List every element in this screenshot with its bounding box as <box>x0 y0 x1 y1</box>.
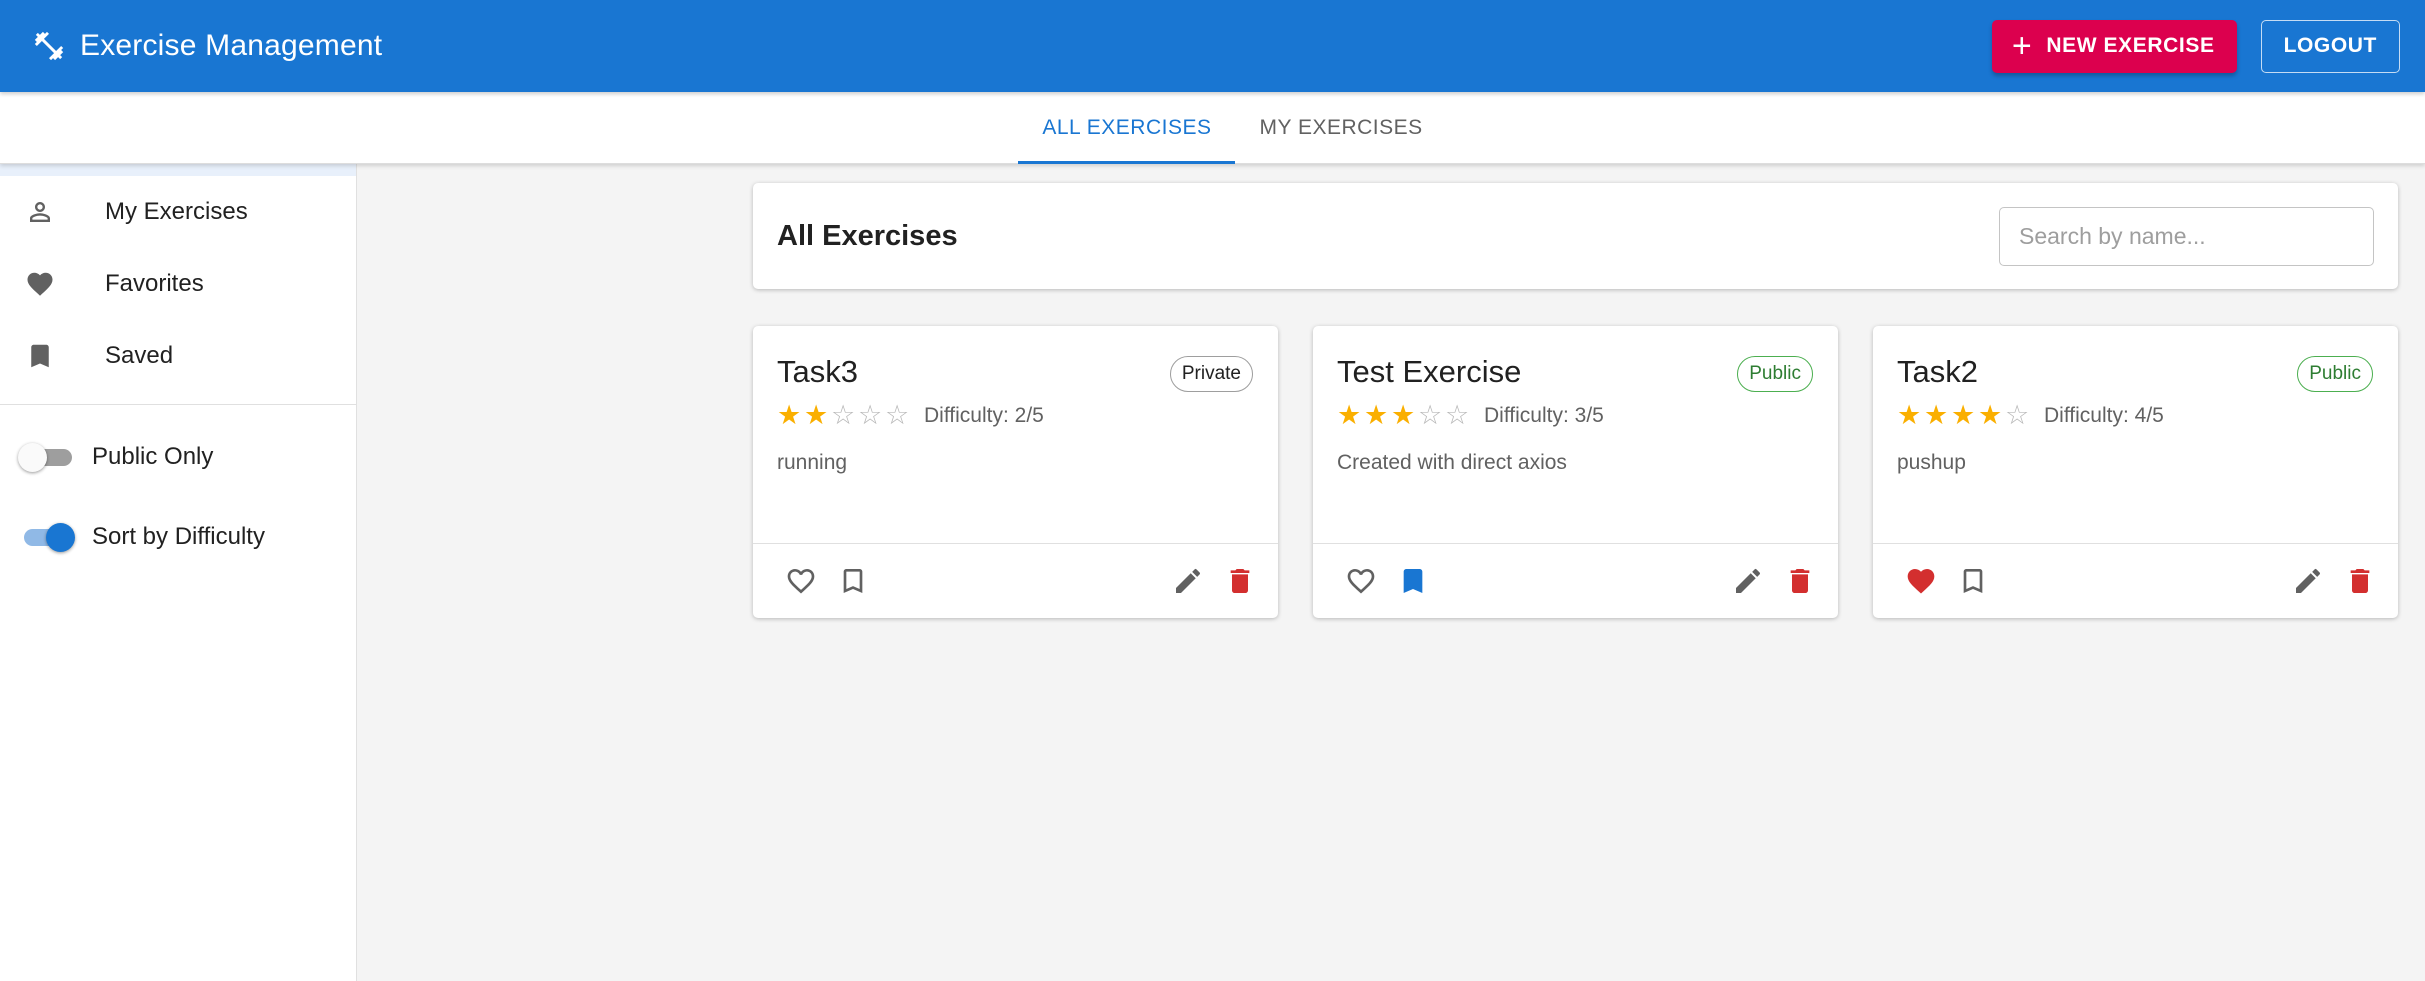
star-empty-icon: ☆ <box>885 400 910 430</box>
star-filled-icon: ★ <box>1978 400 2003 430</box>
difficulty-text: Difficulty: 2/5 <box>924 403 1044 427</box>
page-title: All Exercises <box>777 219 958 252</box>
sidebar-item-my-exercises[interactable]: My Exercises <box>0 176 356 248</box>
difficulty-text: Difficulty: 3/5 <box>1484 403 1604 427</box>
star-filled-icon: ★ <box>1951 400 1976 430</box>
sidebar-item-favorites[interactable]: Favorites <box>0 248 356 320</box>
sidebar-item-label: Saved <box>105 342 174 369</box>
card-actions <box>1313 543 1838 618</box>
new-exercise-label: NEW EXERCISE <box>2046 34 2215 57</box>
star-filled-icon: ★ <box>1391 400 1416 430</box>
bookmark-border-icon[interactable] <box>1957 565 1989 597</box>
star-filled-icon: ★ <box>1337 400 1362 430</box>
public-only-switch[interactable] <box>18 441 76 473</box>
sidebar-item-label: My Exercises <box>105 198 248 225</box>
plus-icon: + <box>2011 27 2033 65</box>
exercise-card: Test Exercise Public ★ ★ ★ ☆ ☆ Difficult… <box>1313 326 1838 618</box>
public-only-toggle-row: Public Only <box>0 417 356 497</box>
tab-my-exercises[interactable]: MY EXERCISES <box>1235 92 1446 164</box>
exercise-card: Task2 Public ★ ★ ★ ★ ☆ Difficulty: 4/5 p… <box>1873 326 2398 618</box>
card-actions <box>753 543 1278 618</box>
star-empty-icon: ☆ <box>831 400 856 430</box>
logout-button[interactable]: LOGOUT <box>2260 19 2400 73</box>
sort-by-difficulty-label: Sort by Difficulty <box>92 523 265 550</box>
tabs-bar: ALL EXERCISES MY EXERCISES <box>0 92 2425 164</box>
difficulty-rating: ★ ★ ☆ ☆ ☆ Difficulty: 2/5 <box>777 402 1254 429</box>
star-filled-icon: ★ <box>777 400 802 430</box>
tab-all-exercises[interactable]: ALL EXERCISES <box>1018 92 1236 164</box>
star-empty-icon: ☆ <box>1418 400 1443 430</box>
star-empty-icon: ☆ <box>2005 400 2030 430</box>
bookmark-icon <box>25 341 55 371</box>
search-input[interactable] <box>1999 206 2374 266</box>
difficulty-rating: ★ ★ ★ ☆ ☆ Difficulty: 3/5 <box>1337 402 1814 429</box>
public-only-label: Public Only <box>92 443 214 470</box>
bookmark-border-icon[interactable] <box>837 565 869 597</box>
favorite-border-icon[interactable] <box>785 565 817 597</box>
delete-icon[interactable] <box>1224 565 1256 597</box>
tab-list: ALL EXERCISES MY EXERCISES <box>1018 92 1446 164</box>
card-actions <box>1873 543 2398 618</box>
bookmark-icon[interactable] <box>1397 565 1429 597</box>
exercise-description: Created with direct axios <box>1337 451 1567 474</box>
visibility-chip: Public <box>2297 356 2373 392</box>
app-title: Exercise Management <box>80 29 383 62</box>
exercise-card: Task3 Private ★ ★ ☆ ☆ ☆ Difficulty: 2/5 … <box>753 326 1278 618</box>
visibility-chip: Public <box>1737 356 1813 392</box>
sidebar-item-label: Favorites <box>105 270 204 297</box>
favorite-border-icon[interactable] <box>1345 565 1377 597</box>
sort-by-difficulty-toggle-row: Sort by Difficulty <box>0 497 356 577</box>
sidebar-item-saved[interactable]: Saved <box>0 320 356 392</box>
heart-icon <box>25 269 55 299</box>
edit-icon[interactable] <box>1172 565 1204 597</box>
new-exercise-button[interactable]: + NEW EXERCISE <box>1991 19 2237 73</box>
star-filled-icon: ★ <box>1364 400 1389 430</box>
star-filled-icon: ★ <box>804 400 829 430</box>
fitness-center-icon <box>32 29 66 63</box>
sort-by-difficulty-switch[interactable] <box>18 521 76 553</box>
exercises-header: All Exercises <box>753 183 2398 289</box>
star-filled-icon: ★ <box>1924 400 1949 430</box>
star-empty-icon: ☆ <box>1445 400 1470 430</box>
star-empty-icon: ☆ <box>858 400 883 430</box>
sidebar: My Exercises Favorites Saved Public Only… <box>0 164 357 981</box>
visibility-chip: Private <box>1169 356 1253 392</box>
delete-icon[interactable] <box>2344 565 2376 597</box>
app-bar: Exercise Management + NEW EXERCISE LOGOU… <box>0 0 2425 92</box>
person-icon <box>25 197 55 227</box>
exercise-description: running <box>777 451 848 474</box>
exercise-description: pushup <box>1897 451 1966 474</box>
edit-icon[interactable] <box>2292 565 2324 597</box>
favorite-icon[interactable] <box>1905 565 1937 597</box>
difficulty-rating: ★ ★ ★ ★ ☆ Difficulty: 4/5 <box>1897 402 2374 429</box>
delete-icon[interactable] <box>1784 565 1816 597</box>
difficulty-text: Difficulty: 4/5 <box>2044 403 2164 427</box>
star-filled-icon: ★ <box>1897 400 1922 430</box>
edit-icon[interactable] <box>1732 565 1764 597</box>
